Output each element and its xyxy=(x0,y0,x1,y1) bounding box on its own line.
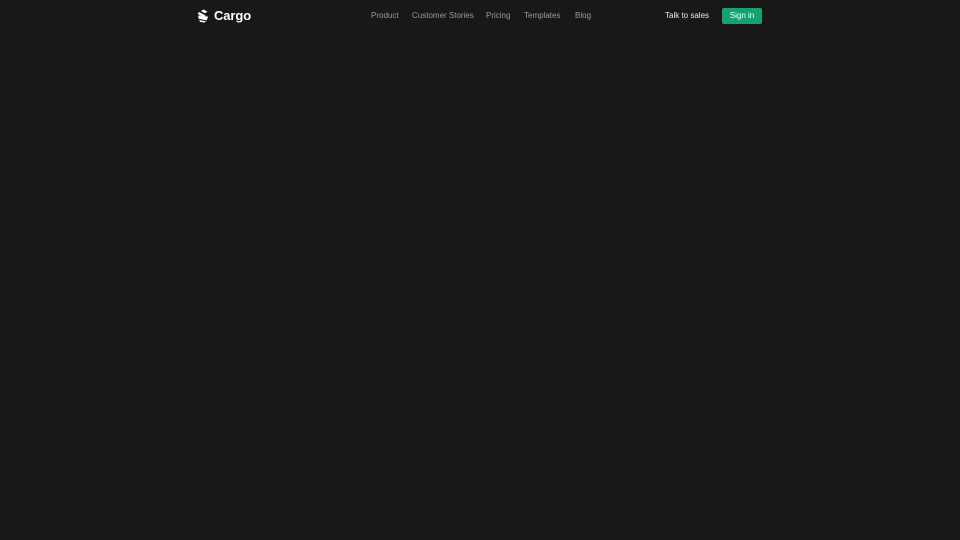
nav-item-templates[interactable]: Templates xyxy=(524,10,560,22)
nav-item-pricing[interactable]: Pricing xyxy=(486,10,510,22)
nav-item-product[interactable]: Product xyxy=(371,10,399,22)
sign-in-button[interactable]: Sign in xyxy=(722,8,762,24)
brand-logo-link[interactable]: Cargo xyxy=(197,8,251,24)
top-navbar: Cargo Product Customer Stories Pricing T… xyxy=(0,0,960,32)
page: Cargo Product Customer Stories Pricing T… xyxy=(0,0,960,540)
talk-to-sales-link[interactable]: Talk to sales xyxy=(665,10,709,22)
nav-item-blog[interactable]: Blog xyxy=(575,10,591,22)
cargo-logo-icon xyxy=(197,9,209,23)
nav-item-customer-stories[interactable]: Customer Stories xyxy=(412,10,474,22)
brand-name: Cargo xyxy=(214,8,252,23)
main-nav: Product Customer Stories Pricing Templat… xyxy=(0,0,960,32)
